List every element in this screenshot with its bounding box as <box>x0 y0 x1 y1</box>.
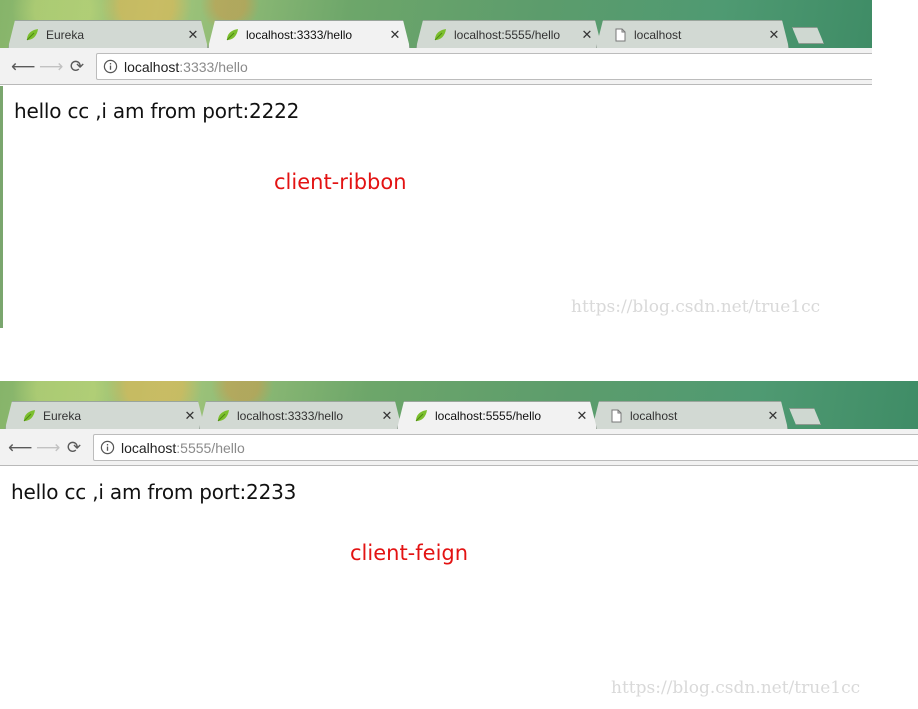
spring-leaf-icon <box>22 409 36 423</box>
tab-strip: Eureka ✕ localhost:5555/hello ✕ localhos… <box>0 0 872 48</box>
browser-window-client-ribbon: Eureka ✕ localhost:5555/hello ✕ localhos… <box>0 0 872 328</box>
tab-label: localhost:3333/hello <box>237 408 344 423</box>
window-edge <box>0 86 3 328</box>
close-icon[interactable]: ✕ <box>187 27 199 43</box>
info-icon[interactable] <box>100 440 115 455</box>
spring-leaf-icon <box>433 28 447 42</box>
tab-label: Eureka <box>46 27 85 42</box>
annotation-label: client-ribbon <box>274 170 407 194</box>
tab-localhost-5555[interactable]: localhost:5555/hello ✕ <box>397 401 597 429</box>
browser-window-client-feign: Eureka ✕ localhost:3333/hello ✕ localhos… <box>0 381 918 709</box>
back-icon[interactable]: ⟵ <box>8 438 32 458</box>
tab-localhost-5555[interactable]: localhost:5555/hello ✕ <box>416 20 602 48</box>
spring-leaf-icon <box>225 28 239 42</box>
response-text: hello cc ,i am from port:2233 <box>11 480 297 504</box>
close-icon[interactable]: ✕ <box>767 408 779 424</box>
reload-icon[interactable]: ⟳ <box>67 57 87 77</box>
page-content: hello cc ,i am from port:2222 client-rib… <box>0 86 872 328</box>
tab-label: localhost:5555/hello <box>454 27 561 42</box>
reload-icon[interactable]: ⟳ <box>64 438 84 458</box>
spring-leaf-icon <box>414 409 428 423</box>
tab-eureka[interactable]: Eureka ✕ <box>5 401 205 429</box>
tab-localhost-3333[interactable]: localhost:3333/hello ✕ <box>199 401 402 429</box>
forward-icon[interactable]: ⟶ <box>36 438 60 458</box>
page-icon <box>613 28 627 42</box>
toolbar: ⟵ ⟶ ⟳ localhost:3333/hello <box>0 48 872 85</box>
tab-eureka[interactable]: Eureka ✕ <box>8 20 208 48</box>
page-icon <box>609 409 623 423</box>
url-host: localhost <box>124 58 180 75</box>
new-tab-button[interactable] <box>792 27 824 44</box>
tab-localhost[interactable]: localhost ✕ <box>596 20 789 48</box>
close-icon[interactable]: ✕ <box>389 27 401 43</box>
tab-label: Eureka <box>43 408 82 423</box>
url-host: localhost <box>121 439 177 456</box>
back-icon[interactable]: ⟵ <box>11 57 35 77</box>
annotation-label: client-feign <box>350 541 469 565</box>
tab-localhost[interactable]: localhost ✕ <box>592 401 788 429</box>
close-icon[interactable]: ✕ <box>381 408 393 424</box>
response-text: hello cc ,i am from port:2222 <box>14 99 300 123</box>
spring-leaf-icon <box>216 409 230 423</box>
close-icon[interactable]: ✕ <box>768 27 780 43</box>
tab-label: localhost:5555/hello <box>435 408 542 423</box>
tab-label: localhost:3333/hello <box>246 27 353 42</box>
tab-label: localhost <box>630 408 678 423</box>
new-tab-button[interactable] <box>789 408 821 425</box>
toolbar: ⟵ ⟶ ⟳ localhost:5555/hello <box>0 429 918 466</box>
url-path: :3333/hello <box>179 58 248 75</box>
url-path: :5555/hello <box>176 439 245 456</box>
spring-leaf-icon <box>25 28 39 42</box>
close-icon[interactable]: ✕ <box>581 27 593 43</box>
address-bar[interactable]: localhost:3333/hello <box>96 53 872 80</box>
close-icon[interactable]: ✕ <box>184 408 196 424</box>
tab-label: localhost <box>634 27 682 42</box>
watermark: https://blog.csdn.net/true1cc <box>611 678 861 698</box>
tab-localhost-3333[interactable]: localhost:3333/hello ✕ <box>208 20 410 48</box>
address-bar[interactable]: localhost:5555/hello <box>93 434 918 461</box>
close-icon[interactable]: ✕ <box>576 408 588 424</box>
page-content: hello cc ,i am from port:2233 client-fei… <box>0 467 918 709</box>
tab-strip: Eureka ✕ localhost:3333/hello ✕ localhos… <box>0 381 918 429</box>
forward-icon[interactable]: ⟶ <box>39 57 63 77</box>
watermark: https://blog.csdn.net/true1cc <box>571 297 821 317</box>
info-icon[interactable] <box>103 59 118 74</box>
